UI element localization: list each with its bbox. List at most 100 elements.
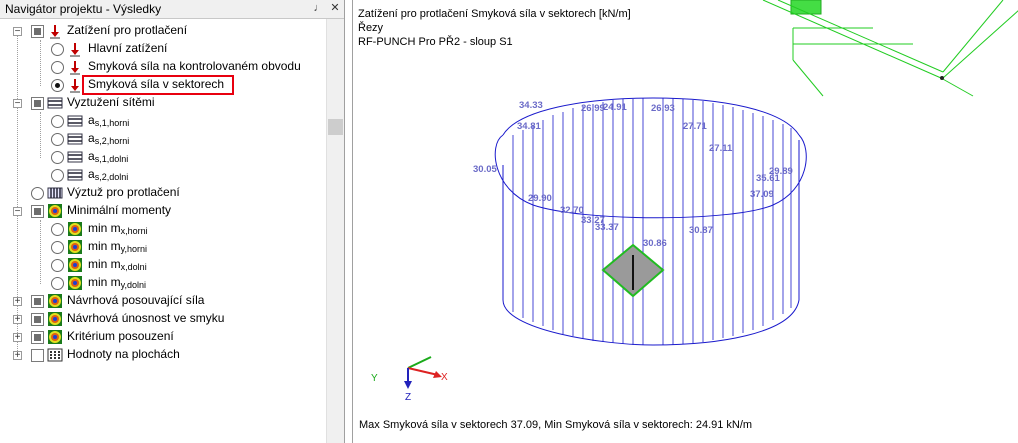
value-label: 24.91 <box>603 102 627 113</box>
tree-item-hlavni-zatizeni[interactable]: Hlavní zatížení <box>0 40 320 58</box>
model-lines <box>762 0 1018 97</box>
tree-item-as2-horni[interactable]: as,2,horni <box>0 130 320 148</box>
contour-plot-icon <box>68 240 82 254</box>
navigator-title: Navigátor projektu - Výsledky <box>5 2 162 16</box>
value-label: 33.37 <box>595 222 619 233</box>
value-label: 37.09 <box>750 189 774 200</box>
tree-item-label: Kritérium posouzení <box>67 329 174 343</box>
shear-reinforcement-icon <box>47 187 63 199</box>
tree-item-minimalni-momenty[interactable]: − Minimální momenty <box>0 202 320 220</box>
close-icon[interactable]: ✕ <box>328 1 342 15</box>
coordinate-axes: Y X Z <box>371 356 448 403</box>
tree-item-min-mx-dolni[interactable]: min mx,dolni <box>0 256 320 274</box>
tree-item-vyztuzeni-sitemi[interactable]: − Vyztužení sítěmi <box>0 94 320 112</box>
value-label: 27.71 <box>683 121 707 132</box>
value-label: 29.90 <box>528 193 552 204</box>
tree-item-label: Hodnoty na plochách <box>67 347 180 361</box>
radio-button[interactable] <box>51 115 64 128</box>
tree-item-min-mx-horni[interactable]: min mx,horni <box>0 220 320 238</box>
partial-checkbox[interactable] <box>31 331 44 344</box>
radio-button[interactable] <box>51 259 64 272</box>
tree-item-label: Návrhová únosnost ve smyku <box>67 311 225 325</box>
red-load-arrow-icon <box>50 25 60 39</box>
radio-button[interactable] <box>51 61 64 74</box>
tree-item-label: Výztuž pro protlačení <box>67 185 180 199</box>
expand-icon[interactable]: + <box>13 351 22 361</box>
radio-button[interactable] <box>51 241 64 254</box>
radio-button[interactable] <box>31 187 44 200</box>
value-label: 35.61 <box>756 173 780 184</box>
axis-label-z: Z <box>405 392 411 403</box>
pin-icon[interactable]: ♩ <box>312 1 326 15</box>
tree-item-label: min mx,horni <box>88 221 148 236</box>
expand-icon[interactable]: + <box>13 333 22 343</box>
value-label: 30.05 <box>473 164 497 175</box>
tree-item-navrhova-posouvajici-sila[interactable]: + Návrhová posouvající síla <box>0 292 320 310</box>
radio-button-selected[interactable] <box>51 79 64 92</box>
tree-item-min-my-horni[interactable]: min my,horni <box>0 238 320 256</box>
radio-button[interactable] <box>51 169 64 182</box>
axis-label-x: X <box>441 372 448 383</box>
partial-checkbox[interactable] <box>31 97 44 110</box>
partial-checkbox[interactable] <box>31 295 44 308</box>
tree-item-label: Vyztužení sítěmi <box>67 95 155 109</box>
tree-item-label: as,2,dolni <box>88 167 129 182</box>
graphics-view[interactable]: Zatížení pro protlačení Smyková síla v s… <box>352 0 1018 443</box>
tree-item-kriterium-posouzeni[interactable]: + Kritérium posouzení <box>0 328 320 346</box>
tree-item-as1-horni[interactable]: as,1,horni <box>0 112 320 130</box>
contour-plot-icon <box>48 312 62 326</box>
tree-item-navrhova-unosnost[interactable]: + Návrhová únosnost ve smyku <box>0 310 320 328</box>
tree-item-as2-dolni[interactable]: as,2,dolni <box>0 166 320 184</box>
value-label: 30.86 <box>643 238 667 249</box>
tree-item-label: Hlavní zatížení <box>88 41 168 55</box>
contour-plot-icon <box>48 294 62 308</box>
radio-button[interactable] <box>51 133 64 146</box>
checkbox[interactable] <box>31 349 44 362</box>
radio-button[interactable] <box>51 43 64 56</box>
project-navigator: Navigátor projektu - Výsledky ♩ ✕ − Zatí… <box>0 0 345 443</box>
radio-button[interactable] <box>51 277 64 290</box>
surface-values-icon <box>47 348 63 362</box>
expand-icon[interactable]: + <box>13 315 22 325</box>
red-load-arrow-icon <box>70 43 80 57</box>
punching-shear-diagram: 34.33 26.99 24.91 26.93 34.81 27.71 27.1… <box>371 0 1018 403</box>
node-point <box>940 76 944 80</box>
mesh-reinforcement-icon <box>67 169 83 181</box>
tree-item-label: as,1,dolni <box>88 149 129 164</box>
tree-item-label: min my,horni <box>88 239 148 254</box>
radio-button[interactable] <box>51 151 64 164</box>
radio-button[interactable] <box>51 223 64 236</box>
value-label: 27.11 <box>709 143 733 154</box>
value-label: 26.99 <box>581 103 605 114</box>
tree-item-smykova-sila-obvod[interactable]: Smyková síla na kontrolovaném obvodu <box>0 58 320 76</box>
tree-item-min-my-dolni[interactable]: min my,dolni <box>0 274 320 292</box>
contour-plot-icon <box>48 204 62 218</box>
tree-item-zatizeni-pro-protlaceni[interactable]: − Zatížení pro protlačení <box>0 22 320 40</box>
value-label: 30.87 <box>689 225 713 236</box>
contour-plot-icon <box>68 276 82 290</box>
collapse-icon[interactable]: − <box>13 207 22 217</box>
collapse-icon[interactable]: − <box>13 27 22 37</box>
tree-item-as1-dolni[interactable]: as,1,dolni <box>0 148 320 166</box>
tree-item-label: Zatížení pro protlačení <box>67 23 188 37</box>
status-line: Max Smyková síla v sektorech 37.09, Min … <box>359 419 753 431</box>
contour-plot-icon <box>68 258 82 272</box>
navigator-scrollbar[interactable] <box>326 19 344 443</box>
axis-label-y: Y <box>371 373 378 384</box>
value-label: 26.93 <box>651 103 675 114</box>
collapse-icon[interactable]: − <box>13 99 22 109</box>
tree-item-label: Smyková síla na kontrolovaném obvodu <box>88 59 301 73</box>
expand-icon[interactable]: + <box>13 297 22 307</box>
tree-item-hodnoty-na-plochach[interactable]: + Hodnoty na plochách <box>0 346 320 364</box>
tree-item-label: Minimální momenty <box>67 203 172 217</box>
partial-checkbox[interactable] <box>31 25 44 38</box>
tree-item-vyztuz-pro-protlaceni[interactable]: Výztuž pro protlačení <box>0 184 320 202</box>
red-load-arrow-icon <box>70 79 80 93</box>
partial-checkbox[interactable] <box>31 313 44 326</box>
selection-highlight-box <box>82 75 234 95</box>
red-load-arrow-icon <box>70 61 80 75</box>
scrollbar-thumb[interactable] <box>328 119 343 135</box>
partial-checkbox[interactable] <box>31 205 44 218</box>
contour-plot-icon <box>48 330 62 344</box>
mesh-reinforcement-icon <box>67 151 83 163</box>
